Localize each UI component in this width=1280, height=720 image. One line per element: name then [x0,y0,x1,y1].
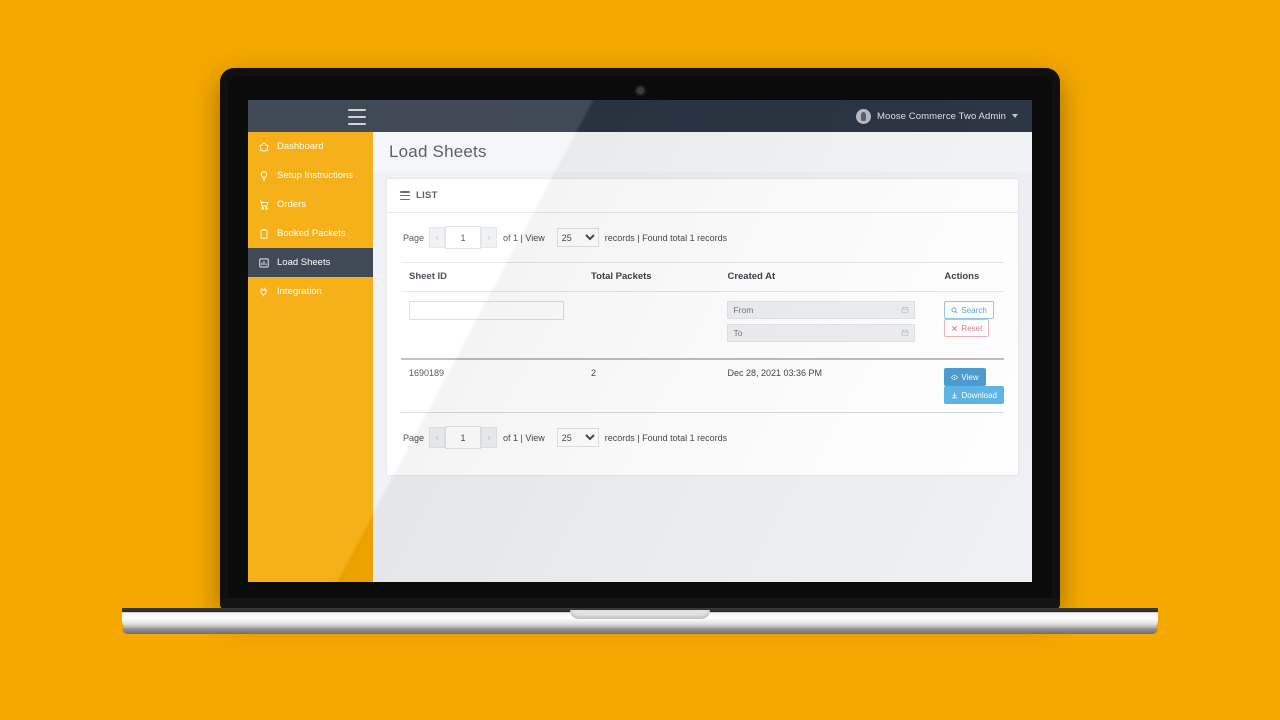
table-row: 1690189 2 Dec 28, 2021 03:36 PM View Dow… [401,359,1004,413]
sidebar-item-label: Dashboard [277,141,324,152]
view-button[interactable]: View [944,368,986,386]
sidebar-item-integration[interactable]: Integration [248,277,373,306]
prev-page-button[interactable]: ‹ [429,227,446,248]
page-header: Load Sheets [373,132,1032,172]
filter-cell-total-packets [583,291,720,360]
cell-sheet-id: 1690189 [401,359,584,413]
load-sheets-table: Sheet ID Total Packets Created At Action… [401,262,1004,413]
date-to-field[interactable] [727,324,916,342]
laptop-base-notch [570,610,710,619]
next-page-button[interactable]: › [481,427,498,448]
cell-total-packets: 2 [583,359,720,413]
top-bar: Moose Commerce Two Admin [248,100,1032,132]
sidebar-item-booked-packets[interactable]: Booked Packets [248,219,373,248]
download-button[interactable]: Download [944,386,1004,404]
page-size-select[interactable]: 25 [556,428,599,447]
cart-icon [258,199,270,211]
table-filter-row: Search Reset [401,291,1004,360]
webcam-icon [637,87,644,94]
page-number-input[interactable] [445,426,482,449]
next-page-button[interactable]: › [481,227,498,248]
sidebar-item-setup-instructions[interactable]: Setup Instructions [248,161,373,190]
avatar [856,108,872,124]
search-icon [951,307,958,313]
sidebar: Dashboard Setup Instructions Orders Book… [248,132,373,582]
clipboard-icon [258,228,270,240]
sidebar-item-dashboard[interactable]: Dashboard [248,132,373,161]
filter-cell-sheet-id [401,291,584,360]
sidebar-item-label: Setup Instructions [277,170,354,181]
page-size-select[interactable]: 25 [556,228,599,247]
user-menu[interactable]: Moose Commerce Two Admin [856,100,1018,132]
user-name-label: Moose Commerce Two Admin [877,110,1006,122]
search-button[interactable]: Search [944,301,994,319]
download-icon [952,392,958,398]
table-header-row: Sheet ID Total Packets Created At Action… [401,262,1004,292]
prev-page-button[interactable]: ‹ [429,427,446,448]
hamburger-icon[interactable] [348,107,366,127]
list-icon [400,191,410,200]
cell-created-at: Dec 28, 2021 03:36 PM [719,359,937,413]
page-label: Page [403,232,425,243]
cell-actions: View Download [936,359,1004,413]
page-title: Load Sheets [389,142,487,161]
chevron-down-icon[interactable] [1012,114,1018,118]
view-button-label: View [961,372,979,382]
column-header-sheet-id: Sheet ID [401,262,584,292]
search-button-label: Search [961,305,987,315]
laptop-base-edge [122,628,1158,634]
page-of-label: of 1 | View [503,432,545,443]
download-button-label: Download [961,390,997,400]
home-icon [258,141,270,153]
calendar-icon [901,306,909,315]
eye-icon [951,374,959,380]
screenshot-stage: Moose Commerce Two Admin Dashboard Setup… [0,0,1280,720]
list-card: LIST Page ‹ › of 1 | View 25 records | F… [386,178,1019,476]
sidebar-item-label: Integration [277,286,322,297]
sidebar-item-load-sheets[interactable]: Load Sheets [248,248,373,277]
sidebar-item-orders[interactable]: Orders [248,190,373,219]
sidebar-item-label: Load Sheets [277,257,331,268]
filter-cell-created-at [719,291,937,360]
card-title: LIST [416,190,438,201]
records-found-label: records | Found total 1 records [604,432,728,443]
main-content: Load Sheets LIST Page ‹ › of 1 | View 25 [373,132,1032,582]
reset-button-label: Reset [961,323,983,333]
reset-button[interactable]: Reset [944,319,990,337]
column-header-total-packets: Total Packets [583,262,720,292]
sidebar-item-label: Orders [277,199,307,210]
date-from-input[interactable] [728,302,915,318]
date-to-input[interactable] [728,325,915,341]
times-icon [952,325,958,331]
sidebar-item-label: Booked Packets [277,228,346,239]
page-of-label: of 1 | View [503,232,545,243]
plug-icon [258,286,270,298]
records-found-label: records | Found total 1 records [604,232,728,243]
column-header-created-at: Created At [719,262,937,292]
date-from-field[interactable] [727,301,916,319]
card-header: LIST [387,179,1018,213]
page-number-input[interactable] [445,226,482,249]
lightbulb-icon [258,170,270,182]
column-header-actions: Actions [936,262,1004,292]
pagination-top: Page ‹ › of 1 | View 25 records | Found … [387,213,1018,262]
page-label: Page [403,432,425,443]
calendar-icon [901,329,909,338]
filter-cell-actions: Search Reset [936,291,1004,360]
bar-chart-icon [258,257,270,269]
laptop-screen: Moose Commerce Two Admin Dashboard Setup… [248,100,1032,582]
pagination-bottom: Page ‹ › of 1 | View 25 records | Found … [387,413,1018,462]
sheet-id-filter-input[interactable] [409,301,564,320]
